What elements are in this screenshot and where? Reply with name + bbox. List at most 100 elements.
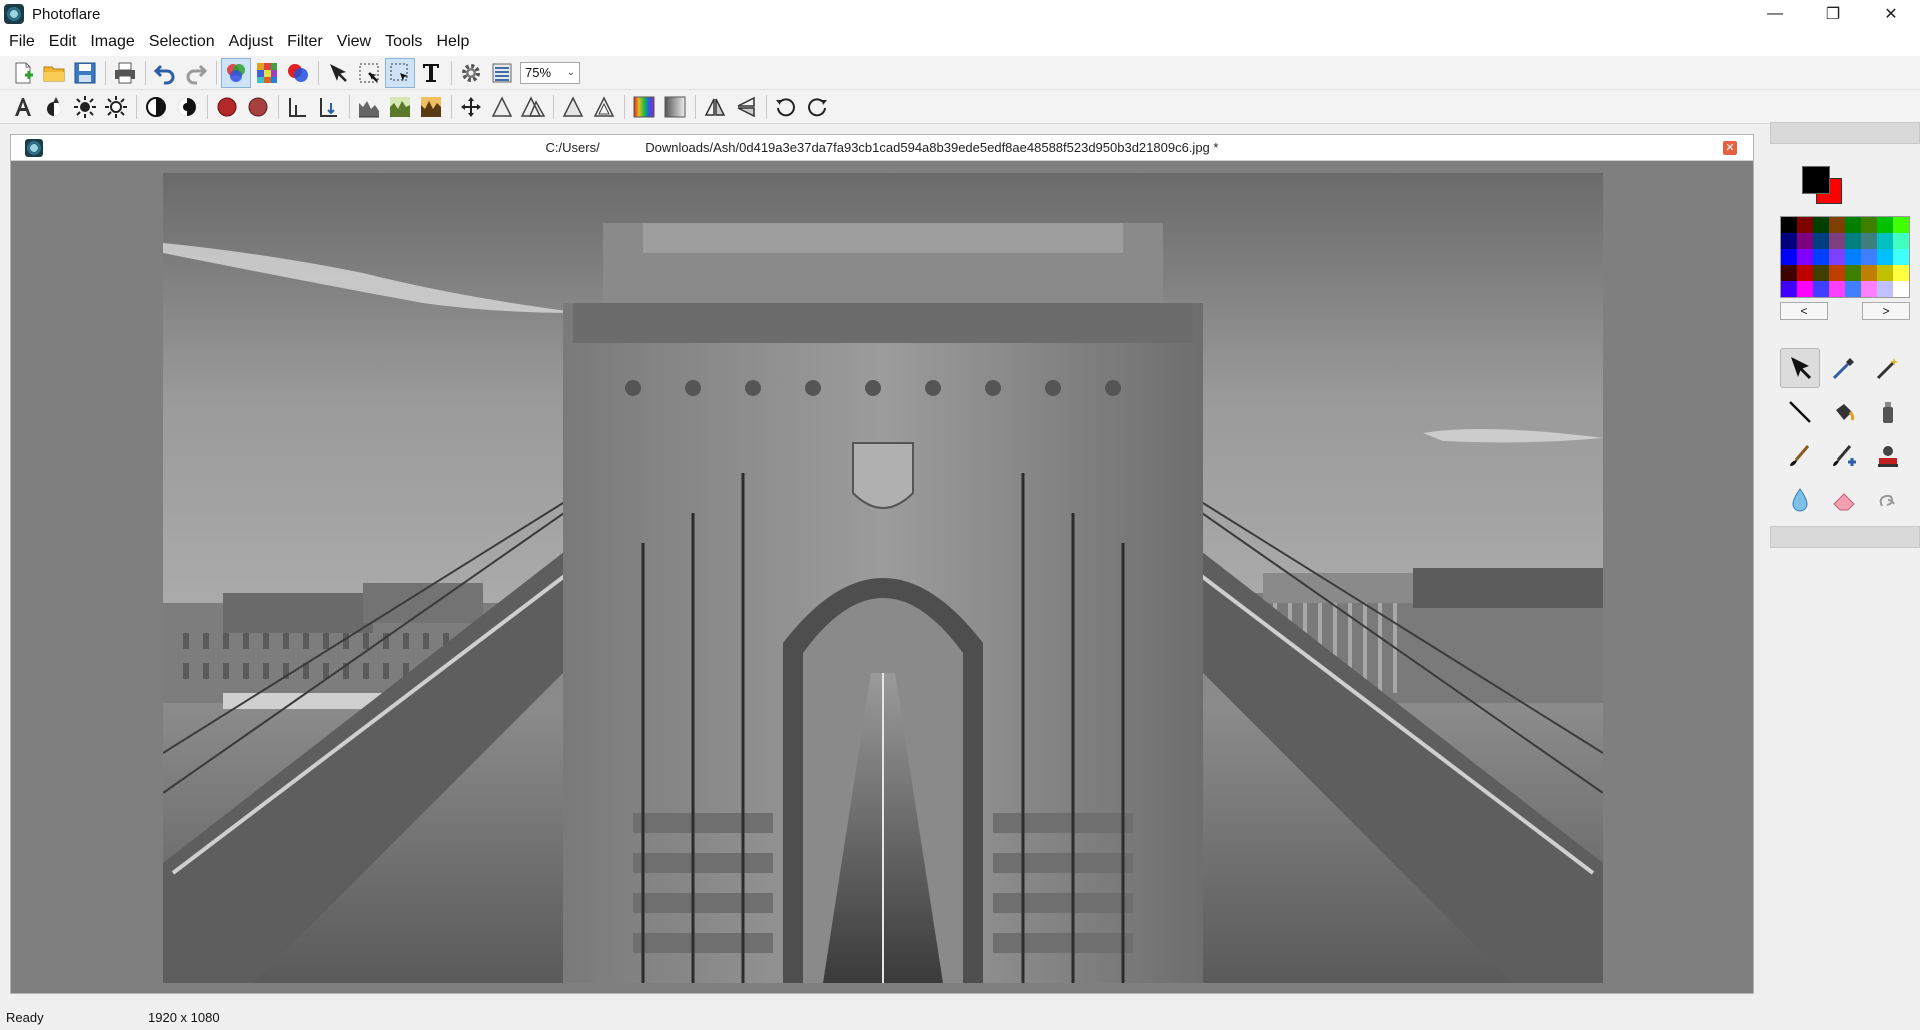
color-channels-icon[interactable]: [221, 57, 251, 88]
palette-swatch[interactable]: [1781, 281, 1797, 297]
smudge-icon[interactable]: [1868, 480, 1908, 520]
open-folder-icon[interactable]: [39, 58, 69, 88]
foreground-color-swatch[interactable]: [1802, 166, 1830, 194]
palette-swatch[interactable]: [1861, 265, 1877, 281]
zoom-select[interactable]: 75% ⌄: [520, 61, 580, 84]
restore-button[interactable]: ❐: [1804, 0, 1862, 28]
palette-swatch[interactable]: [1893, 265, 1909, 281]
brightness-up-icon[interactable]: [70, 92, 100, 122]
histogram-icon[interactable]: [354, 92, 384, 122]
rotate-cw-icon[interactable]: [802, 92, 832, 122]
palette-swatch[interactable]: [1797, 281, 1813, 297]
palette-swatch[interactable]: [1877, 281, 1893, 297]
color-picker-icon[interactable]: [1824, 348, 1864, 388]
mosaic-icon[interactable]: [252, 58, 282, 88]
magic-wand-icon[interactable]: [1868, 348, 1908, 388]
menu-help[interactable]: Help: [429, 28, 476, 56]
pointer-icon[interactable]: [323, 58, 353, 88]
gamma-down-icon[interactable]: [314, 92, 344, 122]
eraser-icon[interactable]: [1824, 480, 1864, 520]
palette-swatch[interactable]: [1893, 249, 1909, 265]
rotate-ccw-icon[interactable]: [771, 92, 801, 122]
gear-icon[interactable]: [456, 58, 486, 88]
palette-prev-button[interactable]: <: [1780, 302, 1828, 320]
auto-contrast-icon[interactable]: [39, 92, 69, 122]
blur-drop-icon[interactable]: [1780, 480, 1820, 520]
pointer-tool-icon[interactable]: [1780, 348, 1820, 388]
color-selector[interactable]: [1770, 160, 1850, 220]
palette-swatch[interactable]: [1829, 233, 1845, 249]
document-close-button[interactable]: ✕: [1723, 141, 1737, 155]
menu-view[interactable]: View: [330, 28, 378, 56]
palette-swatch[interactable]: [1861, 249, 1877, 265]
palette-swatch[interactable]: [1861, 233, 1877, 249]
palette-swatch[interactable]: [1845, 281, 1861, 297]
menu-tools[interactable]: Tools: [378, 28, 429, 56]
palette-swatch[interactable]: [1781, 233, 1797, 249]
triangle-outline-icon[interactable]: [589, 92, 619, 122]
minimize-button[interactable]: —: [1746, 0, 1804, 28]
save-icon[interactable]: [70, 58, 100, 88]
move-icon[interactable]: [456, 92, 486, 122]
paint-bucket-icon[interactable]: [1824, 392, 1864, 432]
histogram-warm-icon[interactable]: [416, 92, 446, 122]
line-icon[interactable]: [1780, 392, 1820, 432]
image-canvas[interactable]: [163, 173, 1603, 983]
palette-swatch[interactable]: [1877, 265, 1893, 281]
brightness-down-icon[interactable]: [101, 92, 131, 122]
menu-adjust[interactable]: Adjust: [222, 28, 280, 56]
menu-image[interactable]: Image: [83, 28, 141, 56]
new-file-icon[interactable]: [8, 58, 38, 88]
triangle-icon[interactable]: [558, 92, 588, 122]
print-icon[interactable]: [110, 58, 140, 88]
menu-selection[interactable]: Selection: [142, 28, 222, 56]
palette-swatch[interactable]: [1797, 249, 1813, 265]
palette-swatch[interactable]: [1797, 217, 1813, 233]
palette-swatch[interactable]: [1893, 217, 1909, 233]
palette-swatch[interactable]: [1829, 217, 1845, 233]
color-gradient-icon[interactable]: [629, 92, 659, 122]
flip-vertical-icon[interactable]: [731, 92, 761, 122]
text-icon[interactable]: [416, 58, 446, 88]
close-button[interactable]: ✕: [1862, 0, 1920, 28]
palette-swatch[interactable]: [1797, 233, 1813, 249]
stamp-icon[interactable]: [1868, 436, 1908, 476]
palette-swatch[interactable]: [1845, 217, 1861, 233]
palette-swatch[interactable]: [1781, 217, 1797, 233]
palette-swatch[interactable]: [1829, 281, 1845, 297]
undo-icon[interactable]: [150, 58, 180, 88]
color-circles-icon[interactable]: [283, 58, 313, 88]
redo-icon[interactable]: [181, 58, 211, 88]
auto-levels-icon[interactable]: [8, 92, 38, 122]
palette-swatch[interactable]: [1813, 217, 1829, 233]
menu-file[interactable]: File: [2, 28, 42, 56]
soften-icon[interactable]: [518, 92, 548, 122]
saturation-down-icon[interactable]: [243, 92, 273, 122]
contrast-up-icon[interactable]: [141, 92, 171, 122]
crop-icon[interactable]: [354, 58, 384, 88]
histogram-green-icon[interactable]: [385, 92, 415, 122]
palette-swatch[interactable]: [1877, 233, 1893, 249]
flip-horizontal-icon[interactable]: [700, 92, 730, 122]
palette-swatch[interactable]: [1781, 265, 1797, 281]
palette-swatch[interactable]: [1829, 265, 1845, 281]
palette-swatch[interactable]: [1797, 265, 1813, 281]
palette-swatch[interactable]: [1861, 217, 1877, 233]
menu-filter[interactable]: Filter: [280, 28, 330, 56]
gamma-up-icon[interactable]: [283, 92, 313, 122]
menu-edit[interactable]: Edit: [42, 28, 84, 56]
grayscale-gradient-icon[interactable]: [660, 92, 690, 122]
spray-can-icon[interactable]: [1868, 392, 1908, 432]
sharpen-icon[interactable]: [487, 92, 517, 122]
palette-swatch[interactable]: [1813, 265, 1829, 281]
palette-swatch[interactable]: [1845, 265, 1861, 281]
palette-swatch[interactable]: [1893, 281, 1909, 297]
paint-brush-icon[interactable]: [1780, 436, 1820, 476]
contrast-down-icon[interactable]: [172, 92, 202, 122]
palette-swatch[interactable]: [1861, 281, 1877, 297]
saturation-up-icon[interactable]: [212, 92, 242, 122]
palette-swatch[interactable]: [1845, 233, 1861, 249]
layers-icon[interactable]: [487, 58, 517, 88]
palette-swatch[interactable]: [1845, 249, 1861, 265]
palette-swatch[interactable]: [1829, 249, 1845, 265]
